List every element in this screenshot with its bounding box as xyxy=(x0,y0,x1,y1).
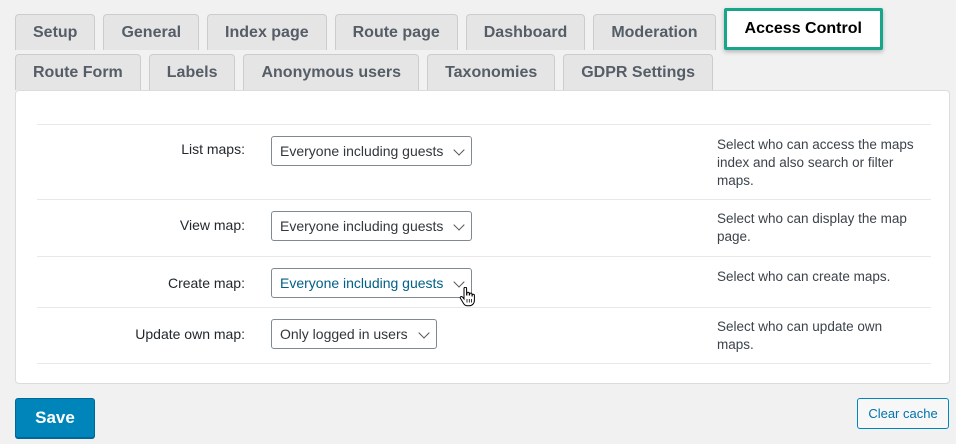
chevron-down-icon xyxy=(453,219,466,231)
setting-row-update-own-map: Update own map: Only logged in users Sel… xyxy=(37,307,931,364)
list-maps-description: Select who can access the maps index and… xyxy=(717,137,914,188)
update-own-map-select[interactable]: Only logged in users xyxy=(271,319,437,349)
update-own-map-label: Update own map: xyxy=(135,326,245,342)
chevron-down-icon xyxy=(453,276,466,288)
list-maps-label: List maps: xyxy=(181,141,245,157)
tab-row-primary: Setup General Index page Route page Dash… xyxy=(15,8,891,50)
tab-index-page[interactable]: Index page xyxy=(207,14,327,50)
save-button[interactable]: Save xyxy=(15,398,95,438)
list-maps-value: Everyone including guests xyxy=(280,143,444,159)
tab-dashboard[interactable]: Dashboard xyxy=(465,14,586,50)
tab-moderation[interactable]: Moderation xyxy=(593,14,716,50)
tab-route-page[interactable]: Route page xyxy=(334,14,458,50)
chevron-down-icon xyxy=(453,144,466,156)
tab-general[interactable]: General xyxy=(103,14,200,50)
tab-access-control[interactable]: Access Control xyxy=(723,8,883,50)
view-map-description: Select who can display the map page. xyxy=(717,211,907,244)
tab-row-secondary: Route Form Labels Anonymous users Taxono… xyxy=(15,54,721,90)
view-map-select[interactable]: Everyone including guests xyxy=(271,211,473,241)
tab-setup[interactable]: Setup xyxy=(15,14,96,50)
view-map-value: Everyone including guests xyxy=(280,218,444,234)
tab-labels[interactable]: Labels xyxy=(148,54,236,90)
setting-row-view-map: View map: Everyone including guests Sele… xyxy=(37,199,931,256)
create-map-description: Select who can create maps. xyxy=(717,269,891,284)
create-map-label: Create map: xyxy=(167,275,245,291)
tab-route-form[interactable]: Route Form xyxy=(15,54,141,90)
tab-anonymous-users[interactable]: Anonymous users xyxy=(243,54,420,90)
update-own-map-description: Select who can update own maps. xyxy=(717,319,883,352)
chevron-down-icon xyxy=(417,327,430,339)
update-own-map-value: Only logged in users xyxy=(280,326,408,342)
setting-row-list-maps: List maps: Everyone including guests Sel… xyxy=(37,124,931,199)
tab-taxonomies[interactable]: Taxonomies xyxy=(427,54,556,90)
view-map-label: View map: xyxy=(179,217,245,233)
create-map-value: Everyone including guests xyxy=(280,275,444,291)
clear-cache-button[interactable]: Clear cache xyxy=(857,398,949,429)
list-maps-select[interactable]: Everyone including guests xyxy=(271,136,473,166)
create-map-select[interactable]: Everyone including guests xyxy=(271,268,473,298)
hand-pointer-icon xyxy=(459,287,475,307)
setting-row-create-map: Create map: Everyone including guests Se… xyxy=(37,256,931,307)
tab-gdpr-settings[interactable]: GDPR Settings xyxy=(563,54,714,90)
settings-panel: List maps: Everyone including guests Sel… xyxy=(15,90,950,384)
